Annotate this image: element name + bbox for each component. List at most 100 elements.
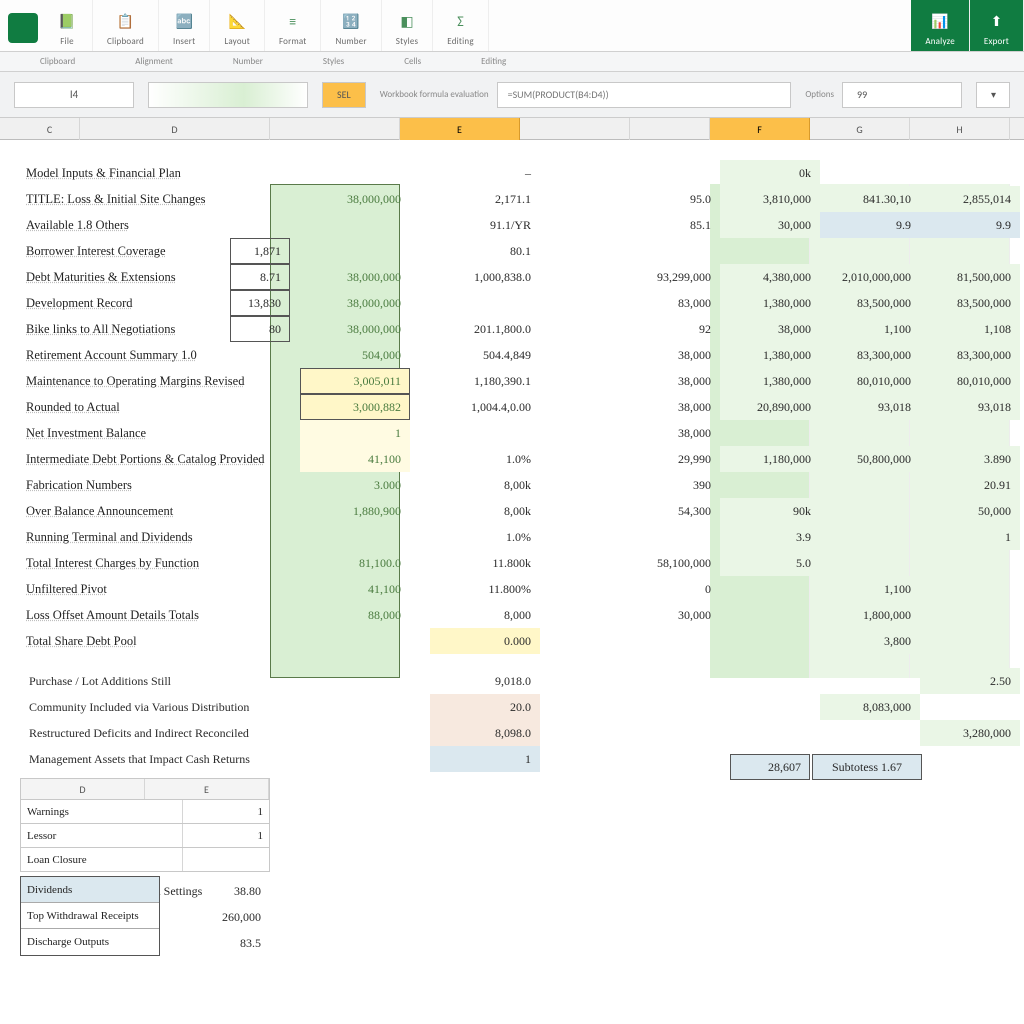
col-header[interactable]: C [20,118,80,140]
cell[interactable]: 38,000,000 [300,264,410,290]
cell[interactable]: 3,800 [820,628,920,654]
cell[interactable]: 20.91 [920,472,1020,498]
cell[interactable]: 1,180,000 [720,446,820,472]
cell[interactable]: 3.890 [920,446,1020,472]
col-header[interactable]: D [80,118,270,140]
cell[interactable]: 85.1 [640,212,720,238]
cell[interactable]: 1 [182,824,269,847]
cell[interactable]: 2,171.1 [430,186,540,212]
ribbon-group-8[interactable]: 📊Analyze [911,0,970,51]
cell[interactable]: 9.9 [920,212,1020,238]
subribbon-item[interactable]: Cells [404,56,421,67]
cell[interactable]: 8,00k [430,472,540,498]
cell[interactable]: 3,005,011 [300,368,410,394]
cell[interactable]: 11.800% [430,576,540,602]
col-header[interactable]: H [910,118,1010,140]
cell[interactable]: 83.5 [190,930,270,956]
cell[interactable]: 20.0 [430,694,540,720]
cell[interactable]: 1.0% [430,524,540,550]
cell[interactable]: 41,100 [300,446,410,472]
cell[interactable]: 20,890,000 [720,394,820,420]
cell[interactable]: 8,083,000 [820,694,920,720]
cell[interactable]: 841.30,10 [820,186,920,212]
ribbon-group-0[interactable]: 📗File [42,0,93,51]
cell[interactable]: 29,990 [640,446,720,472]
cell[interactable]: 80 [230,316,290,342]
worksheet[interactable]: C D E F G H Model Inputs & Financial Pla… [0,118,1024,1024]
cell[interactable]: 1,100 [820,316,920,342]
cell[interactable]: 3,000,882 [300,394,410,420]
options-expand-button[interactable]: ▾ [976,82,1010,108]
cell[interactable]: 1,800,000 [820,602,920,628]
cell[interactable]: 8,098.0 [430,720,540,746]
subtable-col[interactable]: E [145,779,269,799]
ribbon-group-2[interactable]: 🔤Insert [159,0,210,51]
name-box[interactable]: I4 [14,82,134,108]
subtotal-cell[interactable]: 28,607 [730,754,810,780]
ribbon-group-3[interactable]: 📐Layout [210,0,265,51]
cell[interactable]: 3,810,000 [720,186,820,212]
cell[interactable]: 38,000,000 [300,186,410,212]
subribbon-item[interactable]: Editing [481,56,506,67]
ribbon-group-7[interactable]: ΣEditing [433,0,489,51]
opt-highlight-button[interactable]: SEL [322,82,366,108]
cell[interactable]: 260,000 [190,904,270,930]
cell[interactable]: 1 [182,800,269,823]
subribbon-item[interactable]: Styles [323,56,344,67]
cell[interactable]: 2.50 [920,668,1020,694]
cell[interactable]: 30,000 [720,212,820,238]
cell[interactable]: 91.1/YR [430,212,540,238]
cell[interactable]: 41,100 [300,576,410,602]
subtable-row[interactable]: Loan Closure [20,848,270,872]
cell[interactable]: 38,000 [640,342,720,368]
cell[interactable]: 3.9 [720,524,820,550]
cell[interactable]: 38,000,000 [300,290,410,316]
cell[interactable]: 0 [640,576,720,602]
cell[interactable]: 80,010,000 [820,368,920,394]
cell[interactable]: 1.0% [430,446,540,472]
cell[interactable]: 3,280,000 [920,720,1020,746]
cell[interactable]: 1,000,838.0 [430,264,540,290]
cell[interactable]: 1 [920,524,1020,550]
cell[interactable]: 83,000 [640,290,720,316]
cell[interactable]: 11.800k [430,550,540,576]
cell[interactable]: 93,018 [920,394,1020,420]
subribbon-item[interactable]: Number [233,56,263,67]
cell[interactable]: 81,100.0 [300,550,410,576]
cell[interactable]: 83,300,000 [920,342,1020,368]
cell[interactable]: 83,300,000 [820,342,920,368]
cell[interactable]: 50,000 [920,498,1020,524]
options-box[interactable]: 99 [842,82,962,108]
cell[interactable]: 0.000 [430,628,540,654]
cell[interactable]: 8,00k [430,498,540,524]
cell[interactable]: 1,004.4,0.00 [430,394,540,420]
cell[interactable]: 93,299,000 [640,264,720,290]
cell[interactable]: 93,018 [820,394,920,420]
cell[interactable]: 9.9 [820,212,920,238]
col-header[interactable] [270,118,400,140]
cell[interactable]: 504.4,849 [430,342,540,368]
cell[interactable]: 13,830 [230,290,290,316]
subtable-row[interactable]: Warnings1 [20,800,270,824]
cell[interactable]: 88,000 [300,602,410,628]
cell[interactable] [182,848,269,871]
cell[interactable]: 90k [720,498,820,524]
col-header[interactable] [630,118,710,140]
cell[interactable]: 2,010,000,000 [820,264,920,290]
cell[interactable]: 38,000 [640,368,720,394]
cell[interactable]: 8,000 [430,602,540,628]
col-header-selected[interactable]: F [710,118,810,140]
cell[interactable]: 58,100,000 [640,550,720,576]
cell[interactable]: 8.71 [230,264,290,290]
cell[interactable]: 95.0 [640,186,720,212]
formula-input[interactable]: =SUM(PRODUCT(B4:D4)) [497,82,792,108]
cell[interactable]: 201.1,800.0 [430,316,540,342]
cell[interactable]: 5.0 [720,550,820,576]
cell[interactable]: 1,380,000 [720,342,820,368]
subtable-row[interactable]: Lessor1 [20,824,270,848]
subtable-row[interactable]: Top Withdrawal Receipts [21,903,159,929]
cell[interactable]: – [430,160,540,186]
cell[interactable]: 4,380,000 [720,264,820,290]
subtable-row[interactable]: Dividends [21,877,159,903]
cell[interactable]: 1,880,900 [300,498,410,524]
